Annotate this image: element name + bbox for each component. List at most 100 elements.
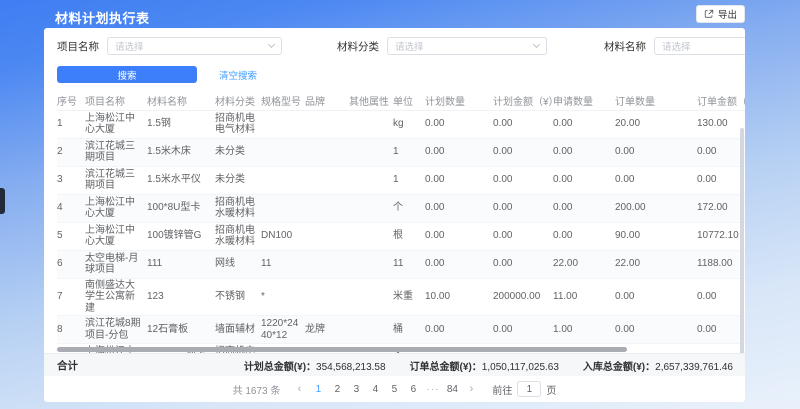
table-cell: 11	[393, 250, 425, 278]
table-cell: 0.00	[697, 316, 745, 344]
table-row[interactable]: 8滨江花城8期项目-分包12石膏板墙面辅材1220*2440*12龙牌桶0.00…	[57, 316, 745, 344]
page-button[interactable]: 2	[329, 381, 345, 397]
material-category-select[interactable]: 请选择	[387, 37, 547, 55]
table-row[interactable]: 2滨江花城三期项目1.5米木床未分类10.000.000.000.000.00	[57, 138, 745, 166]
table-row[interactable]: 5上海松江中心大厦100镀锌管G招商机电 水暖材料DN100根0.000.000…	[57, 222, 745, 250]
table-cell: 0.00	[425, 110, 493, 138]
search-button[interactable]: 搜索	[57, 66, 197, 83]
table-cell: 不锈钢	[215, 278, 261, 316]
project-name-select[interactable]: 请选择	[107, 37, 282, 55]
vertical-scrollbar[interactable]	[740, 128, 744, 358]
table-cell: 0.00	[615, 166, 697, 194]
table-cell: 200000.00	[493, 278, 553, 316]
table-cell: 90.00	[615, 222, 697, 250]
table-cell: 130.00	[697, 110, 745, 138]
prev-page-button[interactable]: ‹	[291, 381, 307, 397]
goto-label: 前往	[492, 382, 512, 397]
horizontal-scrollbar[interactable]	[57, 347, 627, 352]
table-cell: 0.00	[697, 138, 745, 166]
clear-search-link[interactable]: 清空搜索	[219, 68, 257, 82]
table-cell: 111	[147, 250, 215, 278]
goto-page: 前往 页	[492, 381, 556, 397]
export-button[interactable]: 导出	[696, 5, 745, 23]
table-cell	[305, 194, 349, 222]
select-placeholder: 请选择	[395, 39, 424, 53]
content-card: 项目名称 请选择 材料分类 请选择 材料名称 请选择	[44, 28, 745, 402]
page-button[interactable]: 4	[367, 381, 383, 397]
table-cell: 1.00	[553, 316, 615, 344]
column-header: 订单数量	[615, 92, 697, 110]
filter-label: 材料名称	[604, 39, 646, 54]
table-cell: 1.5米木床	[147, 138, 215, 166]
table-cell: 3	[57, 166, 85, 194]
table-cell: 0.00	[493, 250, 553, 278]
goto-page-input[interactable]	[517, 381, 541, 397]
side-drawer-handle[interactable]	[0, 188, 5, 214]
column-header: 单位	[393, 92, 425, 110]
table-cell: 10772.10	[697, 222, 745, 250]
summary-label: 合计	[57, 358, 78, 373]
order-total: 订单总金额(¥)：1,050,117,025.63	[410, 358, 559, 373]
summary-totals: 计划总金额(¥)：354,568,213.58 订单总金额(¥)：1,050,1…	[244, 358, 733, 373]
table-cell: 龙牌	[305, 316, 349, 344]
table-cell: 太空电梯-月球项目	[85, 250, 147, 278]
table-cell	[305, 222, 349, 250]
table-row[interactable]: 6太空电梯-月球项目111网线11110.000.0022.0022.00118…	[57, 250, 745, 278]
table-cell	[349, 110, 393, 138]
table-cell: 1	[393, 138, 425, 166]
table-cell: 12石膏板	[147, 316, 215, 344]
table-cell	[349, 138, 393, 166]
table-cell: 0.00	[425, 138, 493, 166]
filter-group-material-name: 材料名称 请选择	[604, 37, 745, 55]
table-cell: 个	[393, 194, 425, 222]
action-bar: 搜索 清空搜索	[44, 55, 745, 83]
table-cell: 1220*2440*12	[261, 316, 305, 344]
filter-label: 材料分类	[337, 39, 379, 54]
page-button[interactable]: 1	[310, 381, 326, 397]
table-cell: 0.00	[493, 316, 553, 344]
table-cell: 1.5米水平仪	[147, 166, 215, 194]
table-cell: 1.5钢	[147, 110, 215, 138]
material-name-select[interactable]: 请选择	[654, 37, 745, 55]
table-row[interactable]: 1上海松江中心大厦1.5钢招商机电 电气材料kg0.000.000.0020.0…	[57, 110, 745, 138]
column-header: 申请数量	[553, 92, 615, 110]
page-button[interactable]: 3	[348, 381, 364, 397]
table-cell: 2	[57, 138, 85, 166]
page-button[interactable]: 84	[444, 381, 460, 397]
table-cell: 网线	[215, 250, 261, 278]
page-button[interactable]: 5	[386, 381, 402, 397]
page-button[interactable]: 6	[405, 381, 421, 397]
export-icon	[704, 9, 714, 19]
table-cell: 0.00	[615, 138, 697, 166]
table-cell: 8	[57, 316, 85, 344]
column-header: 品牌	[305, 92, 349, 110]
page-ellipsis[interactable]: ···	[424, 381, 441, 397]
table-cell: kg	[393, 110, 425, 138]
table-cell: 0.00	[425, 222, 493, 250]
table-cell: 上海松江中心大厦	[85, 110, 147, 138]
table-cell	[349, 250, 393, 278]
table-cell	[349, 166, 393, 194]
table-cell: 0.00	[493, 194, 553, 222]
table-cell: 20.00	[615, 110, 697, 138]
table-cell: *	[261, 278, 305, 316]
table-cell	[261, 138, 305, 166]
table-row[interactable]: 3滨江花城三期项目1.5米水平仪未分类10.000.000.000.000.00	[57, 166, 745, 194]
next-page-button[interactable]: ›	[463, 381, 479, 397]
table-cell: 0.00	[493, 110, 553, 138]
table-cell: 滨江花城三期项目	[85, 138, 147, 166]
table-cell: 7	[57, 278, 85, 316]
table-row[interactable]: 7南侧盛达大学生公寓新建123不锈钢*米重10.00200000.0011.00…	[57, 278, 745, 316]
table-cell: 0.00	[553, 194, 615, 222]
page-title: 材料计划执行表	[55, 8, 150, 27]
data-table: 序号项目名称材料名称材料分类规格型号品牌其他属性单位计划数量计划金额（¥）申请数…	[57, 92, 741, 372]
table-cell: 0.00	[697, 166, 745, 194]
table-cell: 1	[393, 166, 425, 194]
table-row[interactable]: 4上海松江中心大厦100*8U型卡招商机电 水暖材料个0.000.000.002…	[57, 194, 745, 222]
page: 材料计划执行表 导出 项目名称 请选择 材料分类 请选择	[0, 0, 800, 409]
planned-total-value: 354,568,213.58	[316, 362, 386, 373]
select-placeholder: 请选择	[662, 39, 691, 53]
filter-label: 项目名称	[57, 39, 99, 54]
table-cell: 南侧盛达大学生公寓新建	[85, 278, 147, 316]
table-cell: 0.00	[553, 222, 615, 250]
